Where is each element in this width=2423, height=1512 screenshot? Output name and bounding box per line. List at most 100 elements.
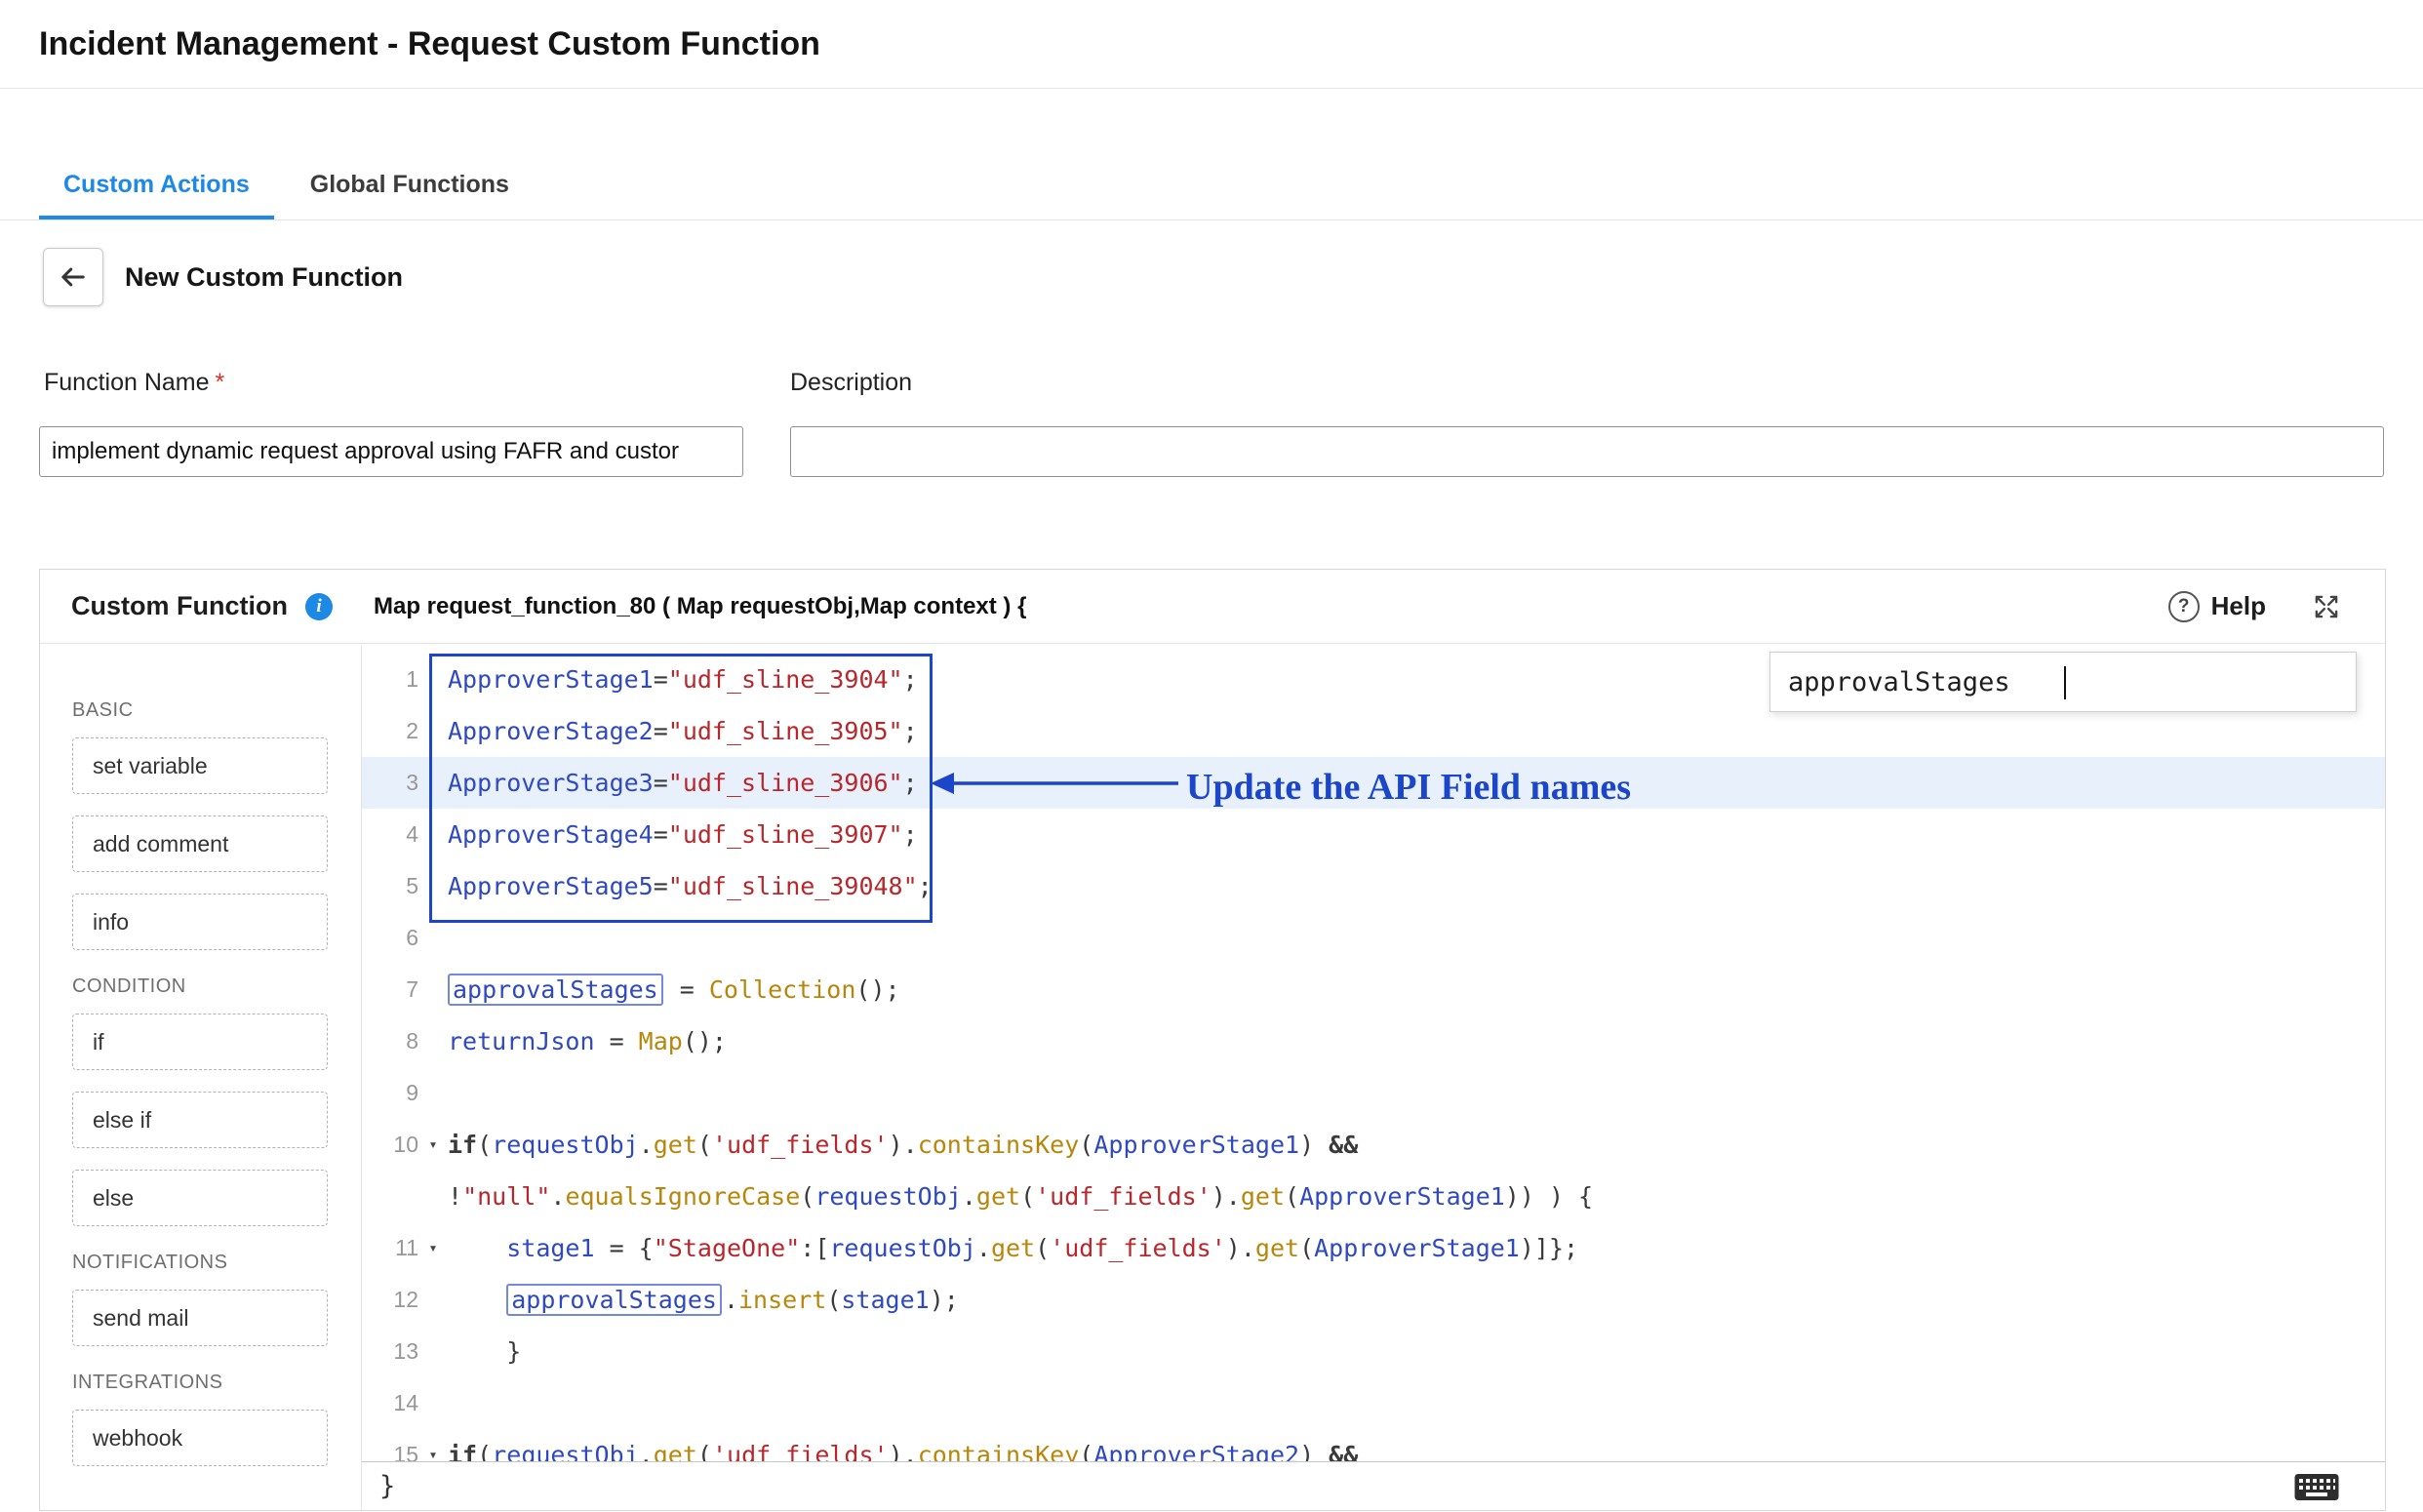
- code-line[interactable]: 4ApproverStage4="udf_sline_3907";: [362, 809, 2385, 860]
- sidebar-section: NOTIFICATIONS send mail: [72, 1252, 361, 1346]
- code-text: stage1 = {"StageOne":[requestObj.get('ud…: [448, 1222, 1578, 1274]
- keyboard-icon[interactable]: [2293, 1470, 2340, 1503]
- code-line[interactable]: 12 approvalStages.insert(stage1);: [362, 1274, 2385, 1326]
- help-button[interactable]: Help: [2168, 591, 2266, 622]
- fold-caret-placeholder: [418, 1067, 448, 1119]
- help-icon: [2168, 591, 2200, 622]
- panel-title: Custom Function: [71, 591, 288, 621]
- code-text: ApproverStage5="udf_sline_39048";: [448, 860, 933, 912]
- required-asterisk: *: [216, 369, 225, 396]
- function-name-label: Function Name*: [44, 369, 224, 397]
- info-icon[interactable]: [305, 593, 333, 620]
- code-text: !"null".equalsIgnoreCase(requestObj.get(…: [448, 1171, 1593, 1222]
- line-number: 8: [362, 1015, 418, 1067]
- line-number: 11: [362, 1222, 418, 1274]
- fold-caret-icon[interactable]: ▾: [418, 1222, 448, 1274]
- code-text: if(requestObj.get('udf_fields').contains…: [448, 1119, 1358, 1171]
- line-number: 9: [362, 1067, 418, 1119]
- code-line[interactable]: 5ApproverStage5="udf_sline_39048";: [362, 860, 2385, 912]
- code-text: approvalStages = Collection();: [448, 964, 900, 1015]
- gutter: 6: [362, 912, 448, 964]
- fullscreen-button[interactable]: [2311, 591, 2342, 622]
- gutter: 13: [362, 1326, 448, 1377]
- gutter: 9: [362, 1067, 448, 1119]
- section-title: New Custom Function: [125, 248, 403, 306]
- code-line[interactable]: 3ApproverStage3="udf_sline_3906";: [362, 757, 2385, 809]
- fold-caret-placeholder: [418, 1377, 448, 1429]
- line-number: 6: [362, 912, 418, 964]
- gutter: 11▾: [362, 1222, 448, 1274]
- sidebar-section-label: INTEGRATIONS: [72, 1372, 361, 1394]
- code-line[interactable]: 6: [362, 912, 2385, 964]
- panel-header: Custom Function Map request_function_80 …: [40, 570, 2385, 644]
- line-number: 2: [362, 705, 418, 757]
- custom-function-panel: Custom Function Map request_function_80 …: [39, 569, 2386, 1511]
- gutter: 4: [362, 809, 448, 860]
- code-line[interactable]: !"null".equalsIgnoreCase(requestObj.get(…: [362, 1171, 2385, 1222]
- snippet-button-else-if[interactable]: else if: [72, 1092, 328, 1148]
- code-text: ApproverStage2="udf_sline_3905";: [448, 705, 918, 757]
- description-label: Description: [790, 369, 912, 397]
- line-number: 12: [362, 1274, 418, 1326]
- code-text: approvalStages.insert(stage1);: [448, 1274, 959, 1326]
- code-line[interactable]: 11▾ stage1 = {"StageOne":[requestObj.get…: [362, 1222, 2385, 1274]
- function-name-input[interactable]: [39, 426, 743, 477]
- tab-global-functions[interactable]: Global Functions: [286, 148, 534, 220]
- code-text: ApproverStage1="udf_sline_3904";: [448, 654, 918, 705]
- sidebar-section: BASICset variableadd commentinfo: [72, 699, 361, 950]
- snippet-button-if[interactable]: if: [72, 1014, 328, 1070]
- fold-caret-placeholder: [418, 705, 448, 757]
- fold-caret-placeholder: [418, 964, 448, 1015]
- back-button[interactable]: [43, 248, 103, 306]
- sidebar-section: INTEGRATIONS webhook: [72, 1372, 361, 1466]
- snippet-button-add-comment[interactable]: add comment: [72, 816, 328, 872]
- code-line[interactable]: 14: [362, 1377, 2385, 1429]
- code-editor[interactable]: 1 ApproverStage1="udf_sline_3904"; 2 Approv…: [362, 645, 2385, 1510]
- text-cursor: [2064, 666, 2066, 699]
- gutter: [362, 1171, 448, 1222]
- fold-caret-placeholder: [418, 1015, 448, 1067]
- tab-bar: Custom Actions Global Functions: [39, 148, 545, 220]
- snippet-button-webhook[interactable]: webhook: [72, 1410, 328, 1466]
- highlighted-identifier: approvalStages: [506, 1284, 722, 1316]
- code-line[interactable]: 2 ApproverStage2="udf_sline_3905";: [362, 705, 2385, 757]
- snippet-button-send-mail[interactable]: send mail: [72, 1290, 328, 1346]
- snippet-button-info[interactable]: info: [72, 894, 328, 950]
- sidebar-section: CONDITION if else if else: [72, 975, 361, 1226]
- sidebar-section-label: CONDITION: [72, 975, 361, 998]
- line-number: [362, 1171, 418, 1222]
- app-header: Incident Management - Request Custom Fun…: [0, 0, 2423, 89]
- closing-brace: }: [379, 1471, 395, 1501]
- code-line[interactable]: 9: [362, 1067, 2385, 1119]
- code-line[interactable]: 13 }: [362, 1326, 2385, 1377]
- fold-caret-placeholder: [418, 1171, 448, 1222]
- gutter: 3: [362, 757, 448, 809]
- gutter: 10▾: [362, 1119, 448, 1171]
- snippet-button-set-variable[interactable]: set variable: [72, 737, 328, 794]
- code-text: ApproverStage4="udf_sline_3907";: [448, 809, 918, 860]
- snippet-button-else[interactable]: else: [72, 1170, 328, 1226]
- line-number: 3: [362, 757, 418, 809]
- tab-custom-actions[interactable]: Custom Actions: [39, 148, 274, 220]
- autocomplete-popup[interactable]: approvalStages: [1769, 652, 2357, 712]
- page-title: Incident Management - Request Custom Fun…: [39, 25, 820, 63]
- code-lines: 1 ApproverStage1="udf_sline_3904"; 2 Approv…: [362, 654, 2385, 1481]
- autocomplete-text: approvalStages: [1788, 667, 2010, 697]
- function-signature: Map request_function_80 ( Map requestObj…: [374, 593, 1026, 620]
- fold-caret-icon[interactable]: ▾: [418, 1119, 448, 1171]
- line-number: 1: [362, 654, 418, 705]
- fold-caret-placeholder: [418, 912, 448, 964]
- gutter: 1: [362, 654, 448, 705]
- code-line[interactable]: 8returnJson = Map();: [362, 1015, 2385, 1067]
- expand-icon: [2311, 591, 2342, 622]
- gutter: 2: [362, 705, 448, 757]
- code-line[interactable]: 7approvalStages = Collection();: [362, 964, 2385, 1015]
- code-line[interactable]: 10▾if(requestObj.get('udf_fields').conta…: [362, 1119, 2385, 1171]
- sidebar-section-label: NOTIFICATIONS: [72, 1252, 361, 1274]
- tabs-divider: [0, 219, 2423, 220]
- snippet-sidebar: BASICset variableadd commentinfoCONDITIO…: [40, 645, 362, 1510]
- description-input[interactable]: [790, 426, 2384, 477]
- line-number: 10: [362, 1119, 418, 1171]
- line-number: 14: [362, 1377, 418, 1429]
- panel-body: BASICset variableadd commentinfoCONDITIO…: [40, 645, 2385, 1510]
